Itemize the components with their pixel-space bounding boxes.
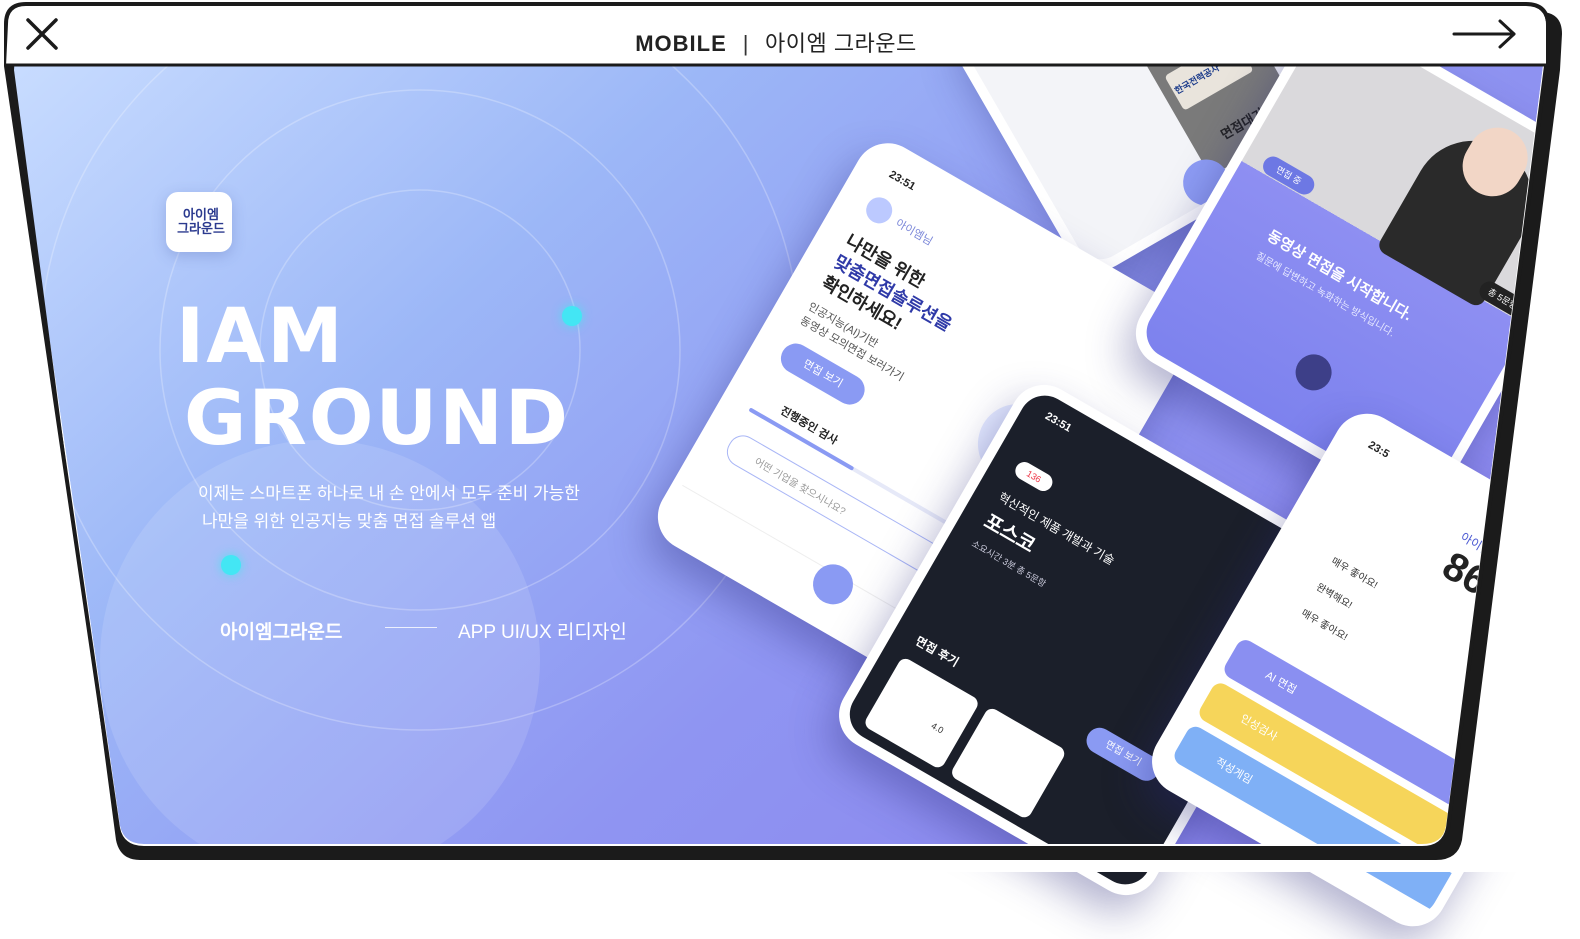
title-separator: | bbox=[742, 31, 749, 56]
tagline-line1: 이제는 스마트폰 하나로 내 손 안에서 모두 준비 가능한 bbox=[198, 484, 580, 503]
result-item: 매우 좋아요! bbox=[1299, 607, 1350, 644]
greeting: 아이엠님 bbox=[893, 217, 935, 249]
close-icon[interactable] bbox=[22, 14, 62, 54]
tagline-line2: 나만을 위한 인공지능 맞춤 면접 솔루션 앱 bbox=[202, 512, 497, 531]
camera-button[interactable] bbox=[805, 557, 861, 612]
status-badge: 면접 중 bbox=[1259, 152, 1318, 199]
result-item: 완벽해요! bbox=[1314, 581, 1354, 612]
tagline: 이제는 스마트폰 하나로 내 손 안에서 모두 준비 가능한 나만을 위한 인공… bbox=[198, 480, 580, 536]
app-icon-line1: 아이엠 bbox=[183, 207, 219, 222]
title-bar-overlay: MOBILE | 아이엠 그라운드 bbox=[8, 6, 1544, 64]
app-icon-line2: 그라운드 bbox=[177, 221, 225, 236]
accent-dot bbox=[221, 555, 241, 575]
interviewer-photo bbox=[1375, 118, 1555, 309]
brand-title-line1: IAM bbox=[176, 291, 345, 380]
page-title: 아이엠 그라운드 bbox=[764, 31, 917, 56]
mic-button[interactable] bbox=[1289, 347, 1339, 397]
arrow-right-icon[interactable] bbox=[1452, 18, 1518, 50]
avatar bbox=[861, 192, 897, 229]
search-placeholder: 어떤 기업을 찾으시나요? bbox=[752, 456, 848, 518]
divider bbox=[385, 627, 437, 628]
question-counter: 총 5문항 bbox=[1475, 277, 1530, 321]
status-time: 23:5 bbox=[1366, 439, 1392, 461]
window-title: MOBILE | 아이엠 그라운드 bbox=[8, 26, 1544, 58]
category-label: MOBILE bbox=[635, 31, 727, 56]
likes-badge[interactable]: 136 bbox=[1012, 458, 1056, 495]
client-name: 아이엠그라운드 bbox=[220, 622, 343, 643]
section-title: 면접 후기 bbox=[913, 633, 962, 670]
app-icon: 아이엠 그라운드 bbox=[166, 192, 232, 252]
status-time: 23:51 bbox=[886, 168, 918, 194]
brand-title-line2: GROUND bbox=[184, 373, 570, 462]
accent-dot bbox=[562, 306, 582, 326]
result-item: 매우 좋아요! bbox=[1329, 556, 1380, 592]
review-score: 4.0 bbox=[929, 720, 946, 736]
status-time: 23:51 bbox=[1043, 410, 1074, 435]
project-type: APP UI/UX 리디자인 bbox=[458, 622, 627, 643]
